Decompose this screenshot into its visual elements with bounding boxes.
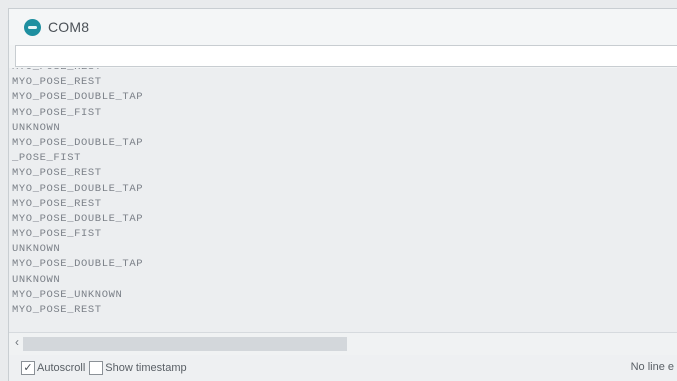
serial-output-line: MYO_POSE_REST bbox=[12, 68, 143, 75]
serial-output-line: MYO_POSE_REST bbox=[12, 197, 102, 210]
title-bar: COM8 bbox=[9, 9, 677, 45]
serial-output-line: MYO_POSE_REST bbox=[12, 304, 102, 316]
arduino-icon bbox=[24, 18, 41, 36]
serial-output-line: MYO_POSE_DOUBLE_TAP bbox=[12, 212, 144, 225]
serial-output-line: UNKNOWN bbox=[12, 121, 61, 134]
serial-output-line: MYO_POSE_REST bbox=[12, 76, 102, 89]
line-ending-dropdown[interactable]: No line e bbox=[631, 361, 674, 373]
serial-output-line: UNKNOWN bbox=[12, 243, 61, 256]
show-timestamp-checkbox[interactable] bbox=[89, 361, 104, 375]
serial-output-line: MYO_POSE_DOUBLE_TAP bbox=[12, 258, 144, 271]
autoscroll-checkbox[interactable]: ✓ bbox=[21, 361, 35, 375]
scroll-left-arrow-icon[interactable]: ‹ bbox=[15, 335, 19, 349]
serial-output-line: UNKNOWN bbox=[12, 273, 61, 286]
window-title: COM8 bbox=[48, 19, 90, 35]
serial-output-line: MYO_POSE_DOUBLE_TAP bbox=[12, 182, 144, 195]
checkmark-icon: ✓ bbox=[23, 361, 33, 374]
serial-output-line: _POSE_FIST bbox=[12, 152, 82, 165]
serial-output-line: MYO_POSE_FIST bbox=[12, 106, 102, 119]
send-input[interactable] bbox=[15, 45, 677, 67]
serial-output-line: MYO_POSE_FIST bbox=[12, 228, 102, 241]
show-timestamp-label[interactable]: Show timestamp bbox=[105, 362, 186, 374]
serial-output-line: MYO_POSE_DOUBLE_TAP bbox=[12, 91, 144, 104]
autoscroll-label[interactable]: Autoscroll bbox=[37, 362, 85, 374]
horizontal-scrollbar[interactable]: ‹ bbox=[9, 332, 677, 355]
serial-output-line: MYO_POSE_DOUBLE_TAP bbox=[12, 136, 144, 149]
serial-output-area[interactable]: MYO_POSE_RESTMYO_POSE_RESTMYO_POSE_DOUBL… bbox=[9, 68, 677, 333]
serial-output-line: MYO_POSE_REST bbox=[12, 167, 102, 180]
scrollbar-thumb[interactable] bbox=[23, 337, 347, 351]
serial-monitor-window: COM8 MYO_POSE_RESTMYO_POSE_RESTMYO_POSE_… bbox=[8, 8, 677, 381]
serial-output-lines: MYO_POSE_RESTMYO_POSE_RESTMYO_POSE_DOUBL… bbox=[12, 68, 143, 318]
serial-output-line: MYO_POSE_UNKNOWN bbox=[12, 288, 123, 301]
status-bar: ✓ Autoscroll Show timestamp No line e bbox=[9, 355, 677, 381]
